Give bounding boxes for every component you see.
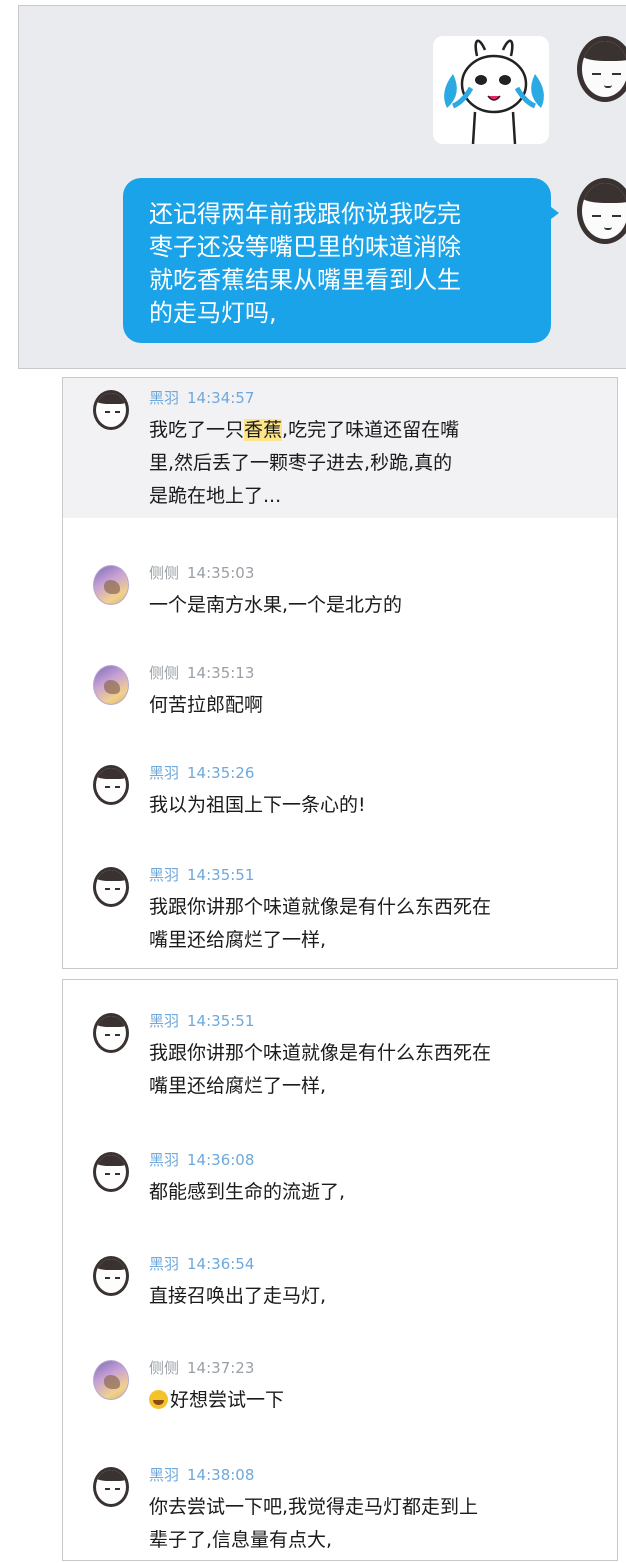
avatar-heiyu[interactable] xyxy=(93,1256,129,1296)
message-text: 何苦拉郎配啊 xyxy=(149,694,264,716)
sender-name: 侧侧 xyxy=(149,564,180,582)
message-time: 14:36:54 xyxy=(187,1255,255,1273)
search-highlight: 香蕉 xyxy=(244,419,283,441)
sender-name: 侧侧 xyxy=(149,1359,180,1377)
message-time: 14:35:51 xyxy=(187,866,255,884)
message-time: 14:35:03 xyxy=(187,564,255,582)
crying-rabbit-sticker[interactable] xyxy=(433,36,549,145)
message-text: 我以为祖国上下一条心的! xyxy=(149,794,366,816)
sender-name: 黑羽 xyxy=(149,1466,180,1484)
message-text: 我跟你讲那个味道就像是有什么东西死在 嘴里还给腐烂了一样, xyxy=(149,1042,492,1097)
avatar-heiyu[interactable] xyxy=(93,867,129,907)
sender-name: 黑羽 xyxy=(149,389,180,407)
sender-name: 黑羽 xyxy=(149,1151,180,1169)
sender-name: 黑羽 xyxy=(149,866,180,884)
user-avatar[interactable] xyxy=(577,36,626,102)
message-time: 14:34:57 xyxy=(187,389,255,407)
message-time: 14:36:08 xyxy=(187,1151,255,1169)
rabbit-sticker-icon xyxy=(444,39,544,145)
message-time: 14:35:51 xyxy=(187,1012,255,1030)
avatar-cece[interactable] xyxy=(93,565,129,605)
avatar-heiyu[interactable] xyxy=(93,765,129,805)
message-time: 14:35:26 xyxy=(187,764,255,782)
grinning-tears-emoji-icon xyxy=(149,1390,168,1409)
avatar-heiyu[interactable] xyxy=(93,1467,129,1507)
avatar-heiyu[interactable] xyxy=(93,1013,129,1053)
message-text: 都能感到生命的流逝了, xyxy=(149,1181,346,1203)
message-text: 我跟你讲那个味道就像是有什么东西死在 嘴里还给腐烂了一样, xyxy=(149,896,492,951)
message-time: 14:35:13 xyxy=(187,664,255,682)
bubble-line: 枣子还没等嘴巴里的味道消除 xyxy=(149,233,461,261)
sender-name: 黑羽 xyxy=(149,1012,180,1030)
message-text: 你去尝试一下吧,我觉得走马灯都走到上 辈子了,信息量有点大, xyxy=(149,1496,479,1551)
chat-log-panel-2: 黑羽 14:35:51 我跟你讲那个味道就像是有什么东西死在 嘴里还给腐烂了一样,… xyxy=(62,979,618,1561)
mobile-chat-screenshot: 还记得两年前我跟你说我吃完 枣子还没等嘴巴里的味道消除 就吃香蕉结果从嘴里看到人… xyxy=(18,5,626,369)
avatar-cece[interactable] xyxy=(93,665,129,705)
chat-log-panel-1: 黑羽 14:34:57 我吃了一只香蕉,吃完了味道还留在嘴 里,然后丢了一颗枣子进… xyxy=(62,377,618,969)
user-avatar[interactable] xyxy=(577,178,626,244)
message-text: 我吃了一只香蕉,吃完了味道还留在嘴 里,然后丢了一颗枣子进去,秒跪,真的 是跪在… xyxy=(149,419,460,507)
bubble-tail xyxy=(547,204,559,222)
sender-name: 黑羽 xyxy=(149,1255,180,1273)
message-time: 14:37:23 xyxy=(187,1359,255,1377)
sender-name: 黑羽 xyxy=(149,764,180,782)
sender-name: 侧侧 xyxy=(149,664,180,682)
avatar-heiyu[interactable] xyxy=(93,390,129,430)
message-text: 好想尝试一下 xyxy=(149,1384,284,1417)
message-bubble[interactable]: 还记得两年前我跟你说我吃完 枣子还没等嘴巴里的味道消除 就吃香蕉结果从嘴里看到人… xyxy=(123,178,551,343)
message-text: 一个是南方水果,一个是北方的 xyxy=(149,594,403,616)
avatar-heiyu[interactable] xyxy=(93,1152,129,1192)
bubble-line: 就吃香蕉结果从嘴里看到人生 xyxy=(149,266,461,294)
message-text: 直接召唤出了走马灯, xyxy=(149,1285,327,1307)
bubble-line: 还记得两年前我跟你说我吃完 xyxy=(149,200,461,228)
bubble-line: 的走马灯吗, xyxy=(149,299,277,327)
avatar-cece[interactable] xyxy=(93,1360,129,1400)
message-time: 14:38:08 xyxy=(187,1466,255,1484)
